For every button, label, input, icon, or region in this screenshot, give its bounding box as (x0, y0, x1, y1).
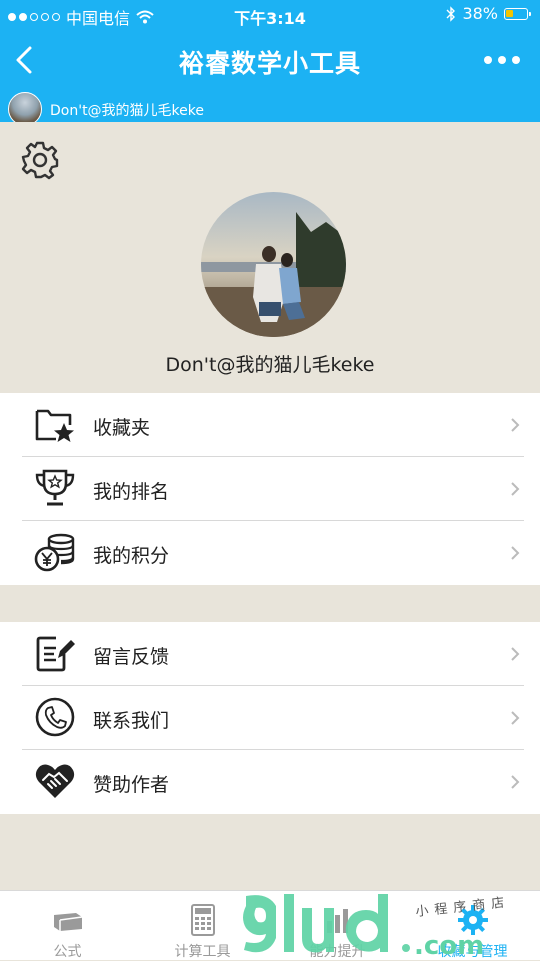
menu-item-label: 联系我们 (93, 710, 170, 732)
profile-avatar[interactable] (201, 192, 346, 337)
battery-percent: 38% (462, 4, 498, 23)
menu-item-label: 留言反馈 (93, 646, 170, 668)
bluetooth-icon (446, 5, 456, 22)
menu-item-sponsor[interactable]: 赞助作者 (0, 750, 540, 814)
more-dots-icon[interactable] (484, 56, 520, 64)
menu-group-2: 留言反馈 联系我们 赞助作者 (0, 622, 540, 814)
menu-item-label: 收藏夹 (93, 417, 151, 439)
chevron-right-icon (511, 711, 520, 725)
coins-icon (34, 533, 75, 572)
user-name-small: Don't@我的猫儿毛keke (50, 103, 204, 119)
menu-item-favorites[interactable]: 收藏夹 (0, 393, 540, 457)
menu-item-label: 我的积分 (93, 545, 170, 567)
folder-star-icon (35, 409, 74, 442)
menu-item-contact[interactable]: 联系我们 (0, 686, 540, 750)
feedback-edit-icon (36, 636, 75, 672)
page-title: 裕睿数学小工具 (178, 49, 361, 78)
battery-icon (504, 7, 531, 20)
watermark-logo: .com 小程序商店 (243, 894, 511, 960)
menu-item-points[interactable]: 我的积分 (0, 521, 540, 585)
calculator-icon (190, 904, 215, 936)
nav-bar: 裕睿数学小工具 (0, 30, 540, 90)
user-bar: Don't@我的猫儿毛keke (0, 90, 540, 126)
menu-item-label: 我的排名 (93, 481, 170, 503)
menu-item-ranking[interactable]: 我的排名 (0, 457, 540, 521)
tab-label: 公式 (53, 944, 82, 960)
chevron-right-icon (511, 546, 520, 560)
menu-item-feedback[interactable]: 留言反馈 (0, 622, 540, 686)
gear-icon[interactable] (20, 140, 60, 180)
status-right: 38% (446, 4, 531, 23)
chevron-right-icon (511, 482, 520, 496)
profile-section: Don't@我的猫儿毛keke (0, 122, 540, 393)
chevron-right-icon (511, 775, 520, 789)
tab-formula[interactable]: 公式 (0, 891, 135, 961)
chevron-right-icon (511, 647, 520, 661)
profile-name: Don't@我的猫儿毛keke (165, 354, 375, 376)
phone-icon (35, 697, 75, 737)
status-bar: 中国电信 下午3:14 38% (0, 0, 540, 30)
heart-handshake-icon (35, 764, 75, 798)
chevron-right-icon (511, 418, 520, 432)
profile-photo (201, 192, 346, 337)
menu-item-label: 赞助作者 (93, 774, 170, 796)
avatar[interactable] (8, 92, 42, 126)
menu-group-1: 收藏夹 我的排名 我的积分 (0, 393, 540, 585)
svg-text:小程序商店: 小程序商店 (415, 895, 511, 920)
book-icon (53, 913, 82, 931)
trophy-icon (35, 469, 75, 506)
svg-text:.com: .com (414, 931, 484, 960)
